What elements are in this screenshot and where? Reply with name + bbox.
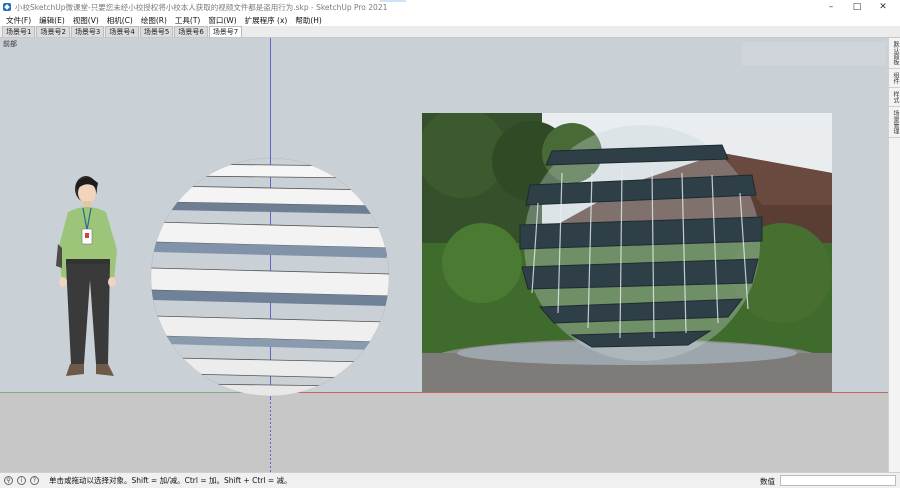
credit-info-icon[interactable]: i bbox=[17, 476, 26, 485]
scene-tab-7[interactable]: 场景号7 bbox=[208, 26, 243, 37]
menu-tools[interactable]: 工具(T) bbox=[171, 15, 204, 26]
drawing-viewport[interactable]: 前部 bbox=[0, 38, 888, 472]
help-icon[interactable]: ? bbox=[30, 476, 39, 485]
tray-tab-styles[interactable]: 样式 bbox=[889, 88, 900, 107]
scene-tab-bar: 场景号1 场景号2 场景号3 场景号4 场景号5 场景号6 场景号7 bbox=[0, 26, 900, 38]
fountain-reference-photo[interactable] bbox=[422, 113, 832, 392]
tray-tab-scenes[interactable]: 场景管理 bbox=[889, 107, 900, 138]
menu-help[interactable]: 帮助(H) bbox=[291, 15, 326, 26]
menu-window[interactable]: 窗口(W) bbox=[204, 15, 240, 26]
view-label: 前部 bbox=[3, 40, 17, 48]
window-title: 小校SketchUp微课堂-只要您未经小校授权将小校本人获取的视频文件都是盗用行… bbox=[15, 2, 388, 12]
maximize-button[interactable]: □ bbox=[844, 0, 870, 14]
geolocation-icon[interactable]: ⚲ bbox=[4, 476, 13, 485]
scene-tab-4[interactable]: 场景号4 bbox=[105, 26, 139, 37]
status-bar: ⚲ i ? 单击或拖动以选择对象。Shift = 加/减。Ctrl = 加。Sh… bbox=[0, 472, 900, 488]
minimize-button[interactable]: – bbox=[818, 0, 844, 14]
title-bar: 小校SketchUp微课堂-只要您未经小校授权将小校本人获取的视频文件都是盗用行… bbox=[0, 0, 900, 14]
tray-tab-default[interactable]: 默认面板 bbox=[889, 38, 900, 69]
measurements-input[interactable] bbox=[780, 475, 896, 486]
menu-view[interactable]: 视图(V) bbox=[69, 15, 103, 26]
menu-edit[interactable]: 编辑(E) bbox=[35, 15, 69, 26]
menu-file[interactable]: 文件(F) bbox=[2, 15, 35, 26]
ground-plane bbox=[0, 393, 888, 472]
scale-figure[interactable] bbox=[50, 168, 130, 396]
menu-extensions[interactable]: 扩展程序 (x) bbox=[241, 15, 292, 26]
menu-draw[interactable]: 绘图(R) bbox=[137, 15, 171, 26]
sketchup-app-icon[interactable] bbox=[3, 3, 11, 11]
spiral-sphere-model[interactable] bbox=[148, 156, 394, 400]
status-message: 单击或拖动以选择对象。Shift = 加/减。Ctrl = 加。Shift + … bbox=[49, 476, 292, 485]
blue-axis-below-ground bbox=[270, 398, 271, 472]
view-toolbar-ghost[interactable] bbox=[742, 42, 886, 66]
title-accent-strip bbox=[380, 0, 406, 2]
scene-tab-5[interactable]: 场景号5 bbox=[139, 26, 174, 37]
tray-tab-components[interactable]: 组件 bbox=[889, 69, 900, 88]
scene-tab-6[interactable]: 场景号6 bbox=[174, 26, 208, 37]
close-button[interactable]: ✕ bbox=[870, 0, 896, 14]
scene-tab-1[interactable]: 场景号1 bbox=[2, 26, 36, 37]
measurements-label: 数值 bbox=[760, 477, 775, 486]
default-tray: 默认面板 组件 样式 场景管理 bbox=[888, 38, 900, 472]
fountain-photo-image bbox=[422, 113, 832, 392]
menu-bar: 文件(F) 编辑(E) 视图(V) 相机(C) 绘图(R) 工具(T) 窗口(W… bbox=[0, 14, 900, 26]
scene-tab-2[interactable]: 场景号2 bbox=[36, 26, 70, 37]
scene-tab-3[interactable]: 场景号3 bbox=[70, 26, 105, 37]
menu-camera[interactable]: 相机(C) bbox=[103, 15, 137, 26]
